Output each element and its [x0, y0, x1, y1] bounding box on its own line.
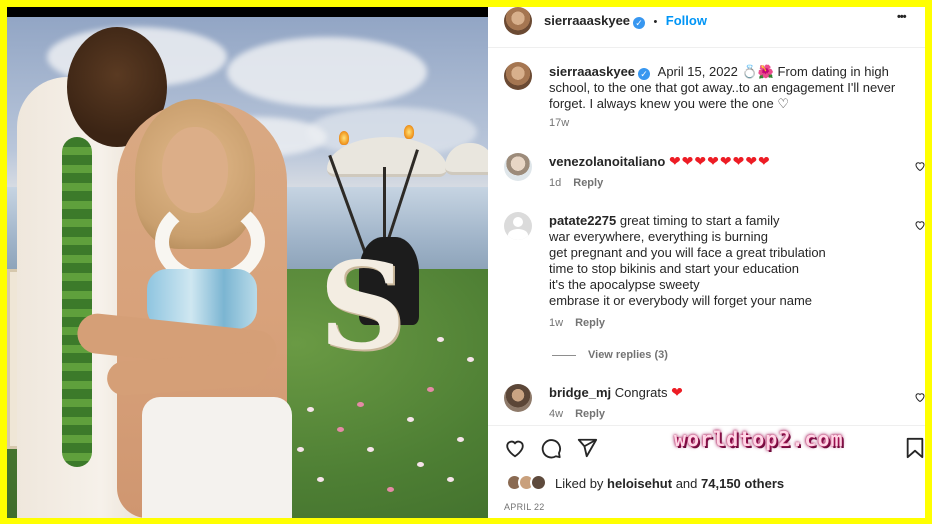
- view-replies-line: [552, 355, 576, 356]
- marquee-letter-s: S: [319, 236, 406, 377]
- reply-button[interactable]: Reply: [575, 408, 605, 420]
- view-replies-button[interactable]: View replies (3): [588, 349, 668, 361]
- caption-date: April 15, 2022: [657, 64, 738, 79]
- post-date: APRIL 22: [504, 502, 545, 512]
- header-separator: •: [653, 16, 658, 28]
- yellow-frame: S sierraaaskyee ✓ • Follow ••• sierraaas…: [0, 0, 932, 524]
- caption: sierraaaskyee ✓ April 15, 2022 💍🌺 From da…: [549, 64, 919, 112]
- heart-outline-icon[interactable]: [504, 437, 526, 459]
- author-avatar[interactable]: [504, 7, 532, 35]
- bookmark-icon[interactable]: [905, 437, 925, 459]
- verified-icon: ✓: [638, 68, 651, 80]
- comment-line: war everywhere, everything is burning: [549, 229, 768, 244]
- caption-emojis: 💍🌺: [741, 64, 774, 79]
- comment-meta: 1w Reply: [549, 317, 605, 329]
- likes-prefix: Liked by: [555, 476, 604, 491]
- comment-line: embrase it or everybody will forget your…: [549, 293, 813, 308]
- comment-heart: ❤: [671, 384, 684, 400]
- comment-like-heart-icon[interactable]: [914, 219, 926, 231]
- actions-divider: [488, 425, 925, 426]
- watermark: worldtop2.com: [674, 427, 844, 451]
- comment-line: get pregnant and you will face a great t…: [549, 245, 826, 260]
- likes-summary: Liked by heloisehut and 74,150 others: [555, 476, 784, 492]
- caption-username[interactable]: sierraaaskyee: [549, 64, 635, 79]
- comment-avatar[interactable]: [504, 153, 532, 181]
- verified-icon: ✓: [633, 17, 646, 29]
- author-username[interactable]: sierraaaskyee: [544, 13, 630, 28]
- likes-count[interactable]: 74,150 others: [701, 476, 784, 491]
- comment-like-heart-icon[interactable]: [914, 391, 926, 403]
- comment-age: 1w: [549, 317, 564, 329]
- cloud: [227, 37, 427, 107]
- likes-user[interactable]: heloisehut: [607, 476, 672, 491]
- liker-avatar[interactable]: [530, 474, 547, 491]
- comment-line: great timing to start a family: [619, 213, 780, 228]
- comment-meta: 4w Reply: [549, 408, 605, 420]
- torch-flame: [404, 125, 414, 139]
- photo-top-bar: [7, 7, 488, 17]
- post-details-panel: sierraaaskyee ✓ • Follow ••• sierraaaskye…: [488, 7, 925, 518]
- torch-flame: [339, 131, 349, 145]
- post-header: sierraaaskyee ✓ • Follow: [544, 12, 707, 30]
- comment-text: ❤❤❤❤❤❤❤❤: [668, 153, 771, 169]
- comment-avatar[interactable]: [504, 384, 532, 412]
- comment-line: time to stop bikinis and start your educ…: [549, 261, 800, 276]
- likes-middle: and: [675, 476, 698, 491]
- post-photo[interactable]: S: [7, 7, 488, 518]
- comment-text: Congrats: [614, 385, 668, 400]
- comment-like-heart-icon[interactable]: [914, 160, 926, 172]
- comment-meta: 1d Reply: [549, 177, 603, 189]
- follow-button[interactable]: Follow: [666, 13, 707, 28]
- header-divider: [488, 47, 925, 48]
- comment-username[interactable]: venezolanoitaliano: [549, 154, 665, 169]
- comment: venezolanoitaliano ❤❤❤❤❤❤❤❤: [549, 153, 771, 170]
- comment: bridge_mj Congrats ❤: [549, 384, 684, 401]
- comment-line: it's the apocalypse sweety: [549, 277, 700, 292]
- comment-username[interactable]: patate2275: [549, 213, 616, 228]
- caption-age: 17w: [549, 117, 570, 129]
- comment-age: 1d: [549, 177, 562, 189]
- comment-avatar[interactable]: [504, 212, 532, 240]
- more-options-icon[interactable]: •••: [897, 11, 907, 23]
- comment: patate2275 great timing to start a famil…: [549, 213, 889, 309]
- caption-avatar[interactable]: [504, 62, 532, 90]
- reply-button[interactable]: Reply: [573, 177, 603, 189]
- white-skirt: [142, 397, 292, 518]
- comment-age: 4w: [549, 408, 564, 420]
- comment-username[interactable]: bridge_mj: [549, 385, 611, 400]
- green-lei: [62, 137, 92, 467]
- comment-icon[interactable]: [540, 437, 562, 459]
- reply-button[interactable]: Reply: [575, 317, 605, 329]
- paper-plane-icon[interactable]: [576, 437, 598, 459]
